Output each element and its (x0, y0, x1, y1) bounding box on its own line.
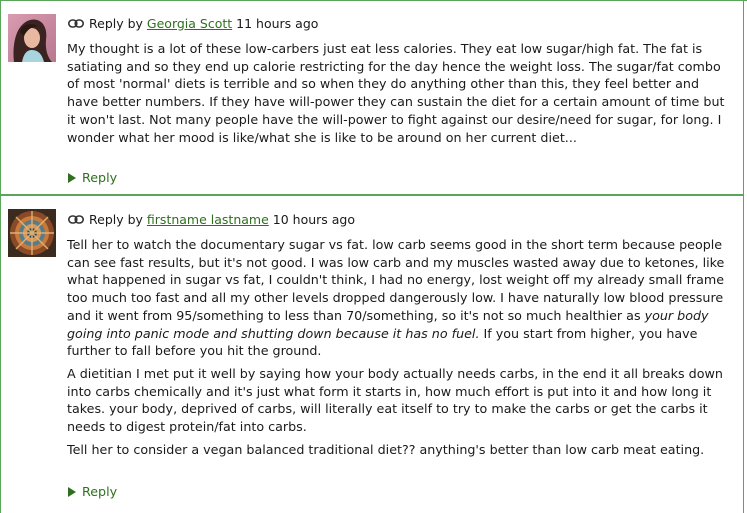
play-triangle-icon (68, 173, 76, 183)
comment-body: My thought is a lot of these low-carbers… (67, 40, 726, 151)
timestamp: 11 hours ago (236, 16, 319, 31)
comment-body: Tell her to watch the documentary sugar … (67, 236, 726, 463)
comment-meta: Reply by firstname lastname 10 hours ago (68, 212, 355, 227)
comment-paragraph: My thought is a lot of these low-carbers… (67, 41, 725, 145)
reply-by-label: Reply by (89, 16, 143, 31)
avatar[interactable] (8, 14, 56, 62)
link-icon (68, 16, 84, 28)
reply-button[interactable]: Reply (68, 170, 117, 185)
reply-button[interactable]: Reply (68, 484, 117, 499)
author-link[interactable]: Georgia Scott (147, 16, 232, 31)
comment-paragraph: Tell her to consider a vegan balanced tr… (67, 441, 705, 457)
reply-by-label: Reply by (89, 212, 143, 227)
comment-paragraph: A dietitian I met put it well by saying … (67, 365, 723, 435)
comment-paragraph: Tell her to watch the documentary sugar … (67, 236, 726, 360)
reply-label: Reply (82, 170, 118, 185)
avatar[interactable] (8, 209, 56, 257)
comment-meta: Reply by Georgia Scott 11 hours ago (68, 16, 318, 31)
reply-label: Reply (82, 484, 118, 499)
comment-2: Reply by firstname lastname 10 hours ago… (1, 196, 744, 513)
author-link[interactable]: firstname lastname (147, 212, 269, 227)
timestamp: 10 hours ago (272, 212, 356, 227)
paragraph-text: Tell her to watch the documentary sugar … (67, 237, 725, 323)
link-icon (68, 212, 84, 224)
comment-1: Reply by Georgia Scott 11 hours ago My t… (1, 1, 744, 194)
play-triangle-icon (68, 487, 76, 497)
